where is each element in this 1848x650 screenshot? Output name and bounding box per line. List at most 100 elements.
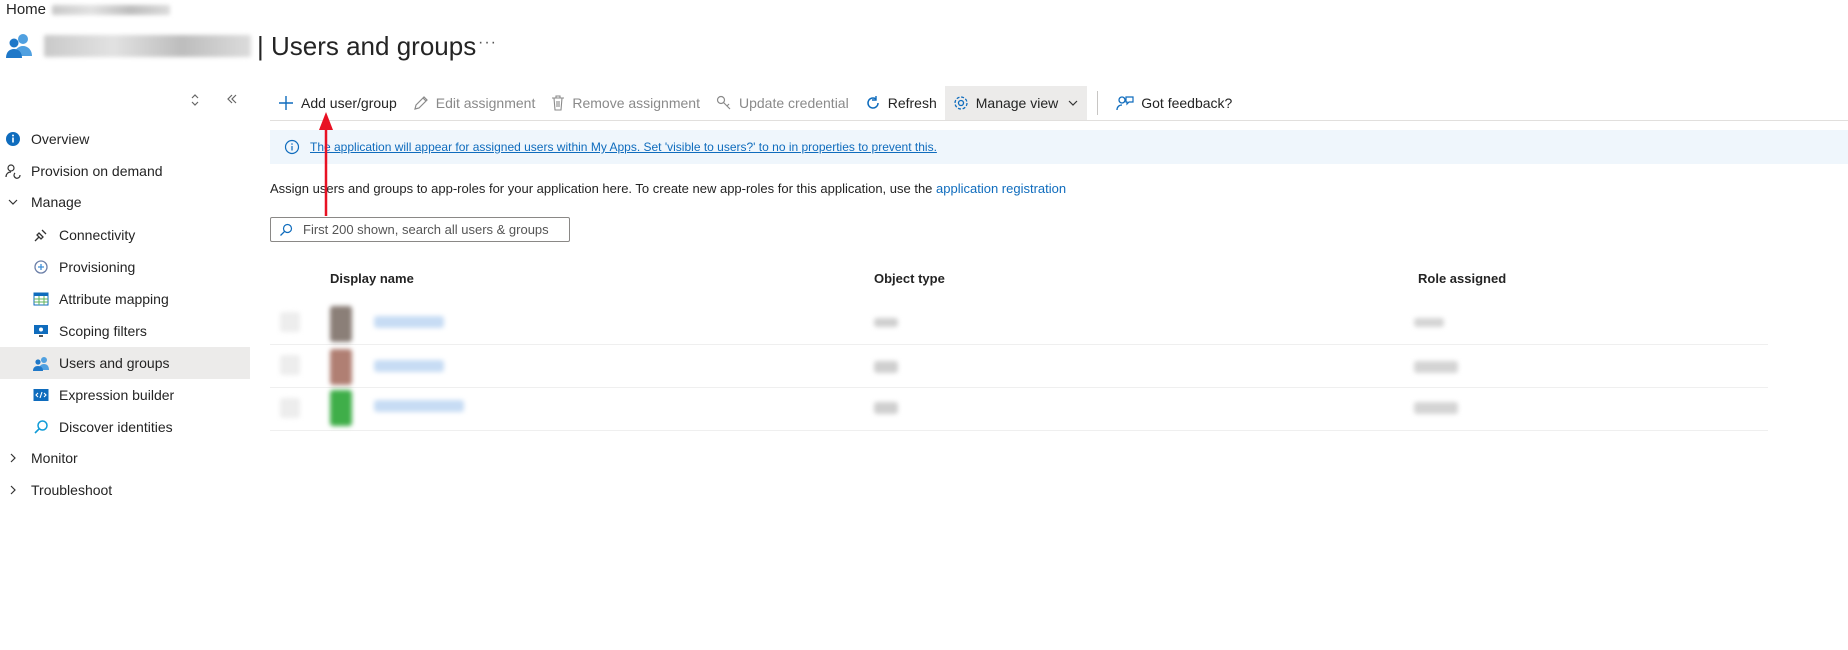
- info-icon: [284, 139, 300, 155]
- display-name-redacted[interactable]: [374, 316, 444, 328]
- toolbar-divider: [1097, 91, 1099, 115]
- refresh-label: Refresh: [887, 95, 937, 111]
- table-row[interactable]: [270, 345, 1768, 388]
- sidebar-item-label: Users and groups: [59, 355, 170, 371]
- search-input[interactable]: [301, 221, 565, 238]
- sidebar-item-discover-identities[interactable]: Discover identities: [0, 411, 250, 443]
- avatar: [330, 390, 352, 426]
- table-row[interactable]: [270, 302, 1768, 345]
- page-header: | Users and groups: [4, 28, 476, 64]
- more-options-icon[interactable]: ···: [478, 34, 497, 52]
- sidebar-item-label: Connectivity: [59, 227, 136, 243]
- manage-view-button[interactable]: Manage view: [944, 86, 1088, 120]
- sidebar-item-label: Attribute mapping: [59, 291, 169, 307]
- page-title: | Users and groups: [257, 30, 477, 61]
- plus-icon: [279, 96, 293, 110]
- feedback-label: Got feedback?: [1141, 95, 1233, 111]
- chevron-right-icon: [4, 481, 22, 499]
- remove-assignment-label: Remove assignment: [572, 95, 700, 111]
- chevron-right-icon: [4, 449, 22, 467]
- info-icon: [4, 130, 22, 148]
- breadcrumb: Home: [6, 1, 171, 18]
- sidebar-item-label: Discover identities: [59, 419, 173, 435]
- monitor-icon: [32, 322, 50, 340]
- collapse-sidebar-icon[interactable]: [226, 93, 238, 110]
- sidebar-item-expression-builder[interactable]: Expression builder: [0, 379, 250, 411]
- update-credential-label: Update credential: [738, 95, 849, 111]
- sidebar-item-label: Overview: [31, 131, 90, 147]
- display-name-redacted[interactable]: [374, 400, 464, 412]
- assign-description: Assign users and groups to app-roles for…: [270, 181, 1066, 196]
- sidebar-item-label: Expression builder: [59, 387, 175, 403]
- table-icon: [32, 290, 50, 308]
- annotation-arrow: [319, 112, 333, 216]
- sidebar-item-connectivity[interactable]: Connectivity: [0, 219, 250, 251]
- application-registration-link[interactable]: application registration: [936, 181, 1066, 196]
- refresh-icon: [866, 96, 879, 109]
- sidebar-item-attribute-mapping[interactable]: Attribute mapping: [0, 283, 250, 315]
- sidebar-item-provisioning[interactable]: Provisioning: [0, 251, 250, 283]
- description-text: Assign users and groups to app-roles for…: [270, 181, 937, 196]
- row-checkbox[interactable]: [280, 312, 300, 332]
- update-credential-button[interactable]: Update credential: [708, 86, 857, 120]
- provisioning-icon: [32, 258, 50, 276]
- info-banner: The application will appear for assigned…: [270, 130, 1848, 164]
- key-icon: [716, 95, 731, 110]
- banner-link[interactable]: The application will appear for assigned…: [310, 140, 937, 154]
- feedback-icon: [1116, 96, 1134, 111]
- app-name-redacted: [44, 35, 251, 57]
- remove-assignment-button[interactable]: Remove assignment: [543, 86, 708, 120]
- expand-collapse-icon[interactable]: [190, 93, 200, 110]
- sidebar-item-label: Scoping filters: [59, 323, 147, 339]
- pencil-icon: [413, 96, 428, 110]
- feedback-button[interactable]: Got feedback?: [1108, 86, 1240, 120]
- column-header-role-assigned[interactable]: Role assigned: [1418, 271, 1506, 286]
- users-groups-icon: [4, 30, 34, 63]
- edit-assignment-button[interactable]: Edit assignment: [405, 86, 544, 120]
- people-icon: [32, 354, 50, 372]
- chevron-down-icon: [4, 193, 22, 211]
- trash-icon: [552, 95, 565, 111]
- sidebar-group-monitor[interactable]: Monitor: [0, 442, 250, 474]
- role-assigned-redacted: [1414, 361, 1458, 373]
- object-type-redacted: [874, 402, 898, 414]
- sidebar-group-manage[interactable]: Manage: [0, 186, 250, 218]
- avatar: [330, 349, 352, 385]
- table-row[interactable]: [270, 388, 1768, 431]
- row-checkbox[interactable]: [280, 355, 300, 375]
- breadcrumb-home[interactable]: Home: [6, 1, 46, 18]
- sidebar-item-label: Monitor: [31, 450, 78, 466]
- display-name-redacted[interactable]: [374, 360, 444, 372]
- gear-icon: [954, 96, 968, 110]
- search-box: [270, 217, 570, 242]
- object-type-redacted: [874, 318, 898, 327]
- code-icon: [32, 386, 50, 404]
- breadcrumb-app-redacted[interactable]: [52, 4, 171, 15]
- role-assigned-redacted: [1414, 318, 1444, 327]
- search-icon: [32, 418, 50, 436]
- refresh-button[interactable]: Refresh: [857, 86, 945, 120]
- row-checkbox[interactable]: [280, 398, 300, 418]
- edit-assignment-label: Edit assignment: [435, 95, 536, 111]
- add-user-group-label: Add user/group: [301, 95, 397, 111]
- avatar: [330, 306, 352, 342]
- object-type-redacted: [874, 361, 898, 373]
- role-assigned-redacted: [1414, 402, 1458, 414]
- manage-view-label: Manage view: [975, 95, 1059, 111]
- sidebar-item-users-and-groups[interactable]: Users and groups: [0, 347, 250, 379]
- sidebar-group-troubleshoot[interactable]: Troubleshoot: [0, 474, 250, 506]
- column-header-display-name[interactable]: Display name: [330, 271, 414, 286]
- chevron-down-icon: [1068, 100, 1078, 106]
- plug-icon: [32, 226, 50, 244]
- search-icon: [279, 223, 293, 237]
- sidebar-item-provision-on-demand[interactable]: Provision on demand: [0, 155, 250, 187]
- sidebar-controls: [190, 93, 238, 110]
- sidebar-item-label: Provision on demand: [31, 163, 163, 179]
- column-header-object-type[interactable]: Object type: [874, 271, 945, 286]
- sidebar-item-label: Troubleshoot: [31, 482, 113, 498]
- sidebar-item-label: Provisioning: [59, 259, 136, 275]
- sidebar-item-overview[interactable]: Overview: [0, 123, 250, 155]
- sidebar-item-scoping-filters[interactable]: Scoping filters: [0, 315, 250, 347]
- command-bar: Add user/group Edit assignment Remove as…: [270, 86, 1240, 120]
- sidebar-item-label: Manage: [31, 194, 82, 210]
